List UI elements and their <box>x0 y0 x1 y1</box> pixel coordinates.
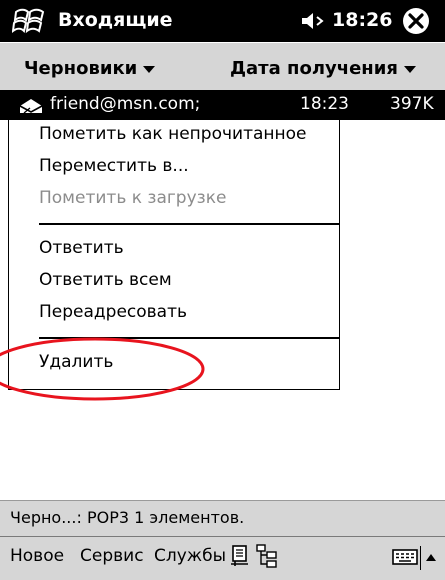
highlight-ellipse <box>0 337 205 401</box>
chevron-down-icon <box>403 65 416 73</box>
message-size: 397K <box>390 94 434 114</box>
chevron-down-icon <box>143 65 156 73</box>
send-receive-icon[interactable] <box>230 544 250 568</box>
speaker-icon[interactable] <box>300 10 328 32</box>
menu-item-reply[interactable]: Ответить <box>39 238 124 258</box>
status-text: Черно...: POP3 1 элементов. <box>10 508 245 527</box>
folder-dropdown-label: Черновики <box>24 58 138 79</box>
menu-item-mark-for-download: Пометить к загрузке <box>39 188 227 208</box>
sort-dropdown[interactable]: Дата получения <box>230 58 416 79</box>
input-arrow-icon[interactable] <box>425 552 437 562</box>
new-button[interactable]: Новое <box>10 546 64 566</box>
sip-divider <box>420 546 421 570</box>
message-time: 18:23 <box>300 94 349 114</box>
app-title: Входящие <box>58 9 173 31</box>
message-sender: friend@msn.com; <box>50 94 201 114</box>
sort-dropdown-label: Дата получения <box>230 58 398 79</box>
windows-start-icon[interactable] <box>12 6 48 36</box>
menu-separator <box>39 223 339 225</box>
open-envelope-icon <box>19 99 43 114</box>
menu-item-forward[interactable]: Переадресовать <box>39 302 187 322</box>
folder-list-icon[interactable] <box>256 543 278 569</box>
menu-item-reply-all[interactable]: Ответить всем <box>39 270 172 290</box>
folder-dropdown[interactable]: Черновики <box>24 58 156 79</box>
menu-item-mark-unread[interactable]: Пометить как непрочитанное <box>39 124 306 144</box>
clock[interactable]: 18:26 <box>332 9 392 31</box>
menu-item-move-to[interactable]: Переместить в... <box>39 156 189 176</box>
service-menu[interactable]: Сервис <box>80 546 144 566</box>
services-menu[interactable]: Службы <box>154 546 226 566</box>
close-icon[interactable] <box>402 7 430 35</box>
keyboard-icon[interactable] <box>392 548 418 566</box>
